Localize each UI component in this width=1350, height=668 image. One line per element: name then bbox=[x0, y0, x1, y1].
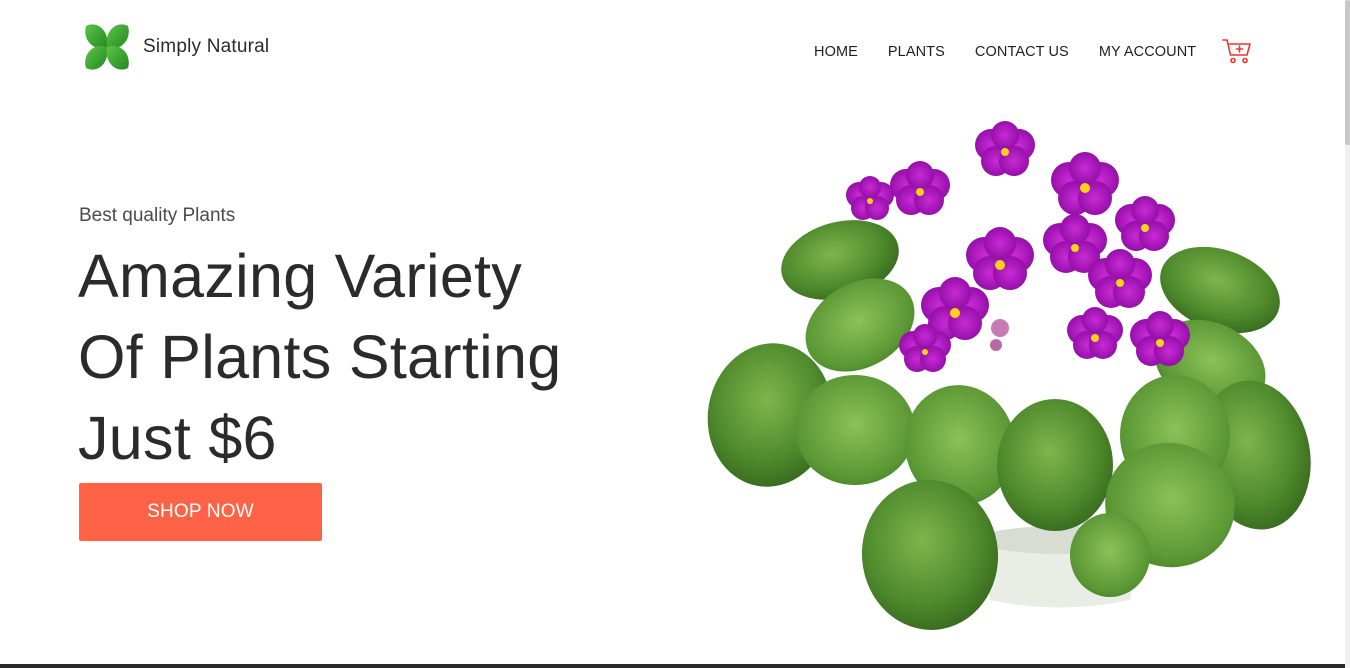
nav-my-account[interactable]: MY ACCOUNT bbox=[1099, 44, 1196, 60]
bottom-divider bbox=[0, 664, 1345, 668]
nav-contact-us[interactable]: CONTACT US bbox=[975, 44, 1069, 60]
shopping-cart-icon bbox=[1222, 39, 1251, 64]
brand-logo-link[interactable]: Simply Natural bbox=[80, 22, 269, 72]
brand-name: Simply Natural bbox=[143, 36, 270, 57]
page-scrollbar[interactable] bbox=[1345, 0, 1350, 668]
shop-now-button[interactable]: SHOP NOW bbox=[79, 483, 322, 541]
leaf-x-logo-icon bbox=[85, 24, 129, 70]
hero-headline: Amazing Variety Of Plants Starting Just … bbox=[78, 236, 678, 479]
headline-line: Amazing Variety bbox=[78, 242, 523, 310]
african-violet-plant-image bbox=[707, 121, 1311, 630]
cart-button[interactable] bbox=[1222, 37, 1252, 65]
page: Simply Natural HOME PLANTS CONTACT US MY… bbox=[0, 0, 1345, 664]
nav-home[interactable]: HOME bbox=[814, 44, 858, 60]
nav-plants[interactable]: PLANTS bbox=[888, 44, 945, 60]
scrollbar-thumb[interactable] bbox=[1345, 0, 1350, 145]
headline-line: Of Plants Starting bbox=[78, 323, 562, 391]
main-nav: HOME PLANTS CONTACT US MY ACCOUNT bbox=[814, 44, 1226, 60]
headline-line: Just $6 bbox=[78, 404, 277, 472]
hero-eyebrow: Best quality Plants bbox=[79, 205, 236, 226]
